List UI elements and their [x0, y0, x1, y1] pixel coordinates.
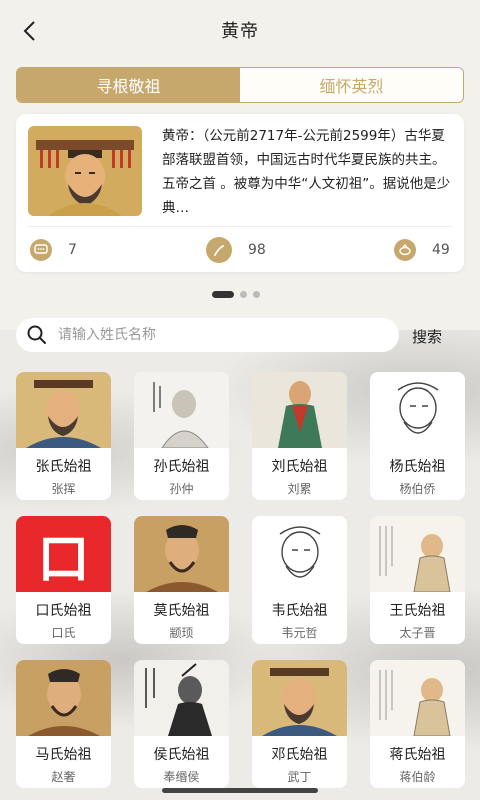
- ancestor-title: 侯氏始祖: [153, 747, 210, 763]
- ancestor-portrait: [16, 660, 111, 736]
- comment-stat[interactable]: 7: [30, 238, 77, 262]
- ancestor-person: 奉缗侯: [163, 770, 200, 784]
- ancestor-title: 口氏始祖: [35, 603, 92, 619]
- featured-description: 黄帝：（公元前2717年-公元前2599年）古华夏部落联盟首领，中国远古时代华夏…: [162, 128, 451, 216]
- chevron-left-icon: [23, 21, 35, 41]
- comment-count: 7: [68, 242, 77, 258]
- ancestor-card[interactable]: 侯氏始祖 奉缗侯: [134, 660, 229, 788]
- carousel-indicator: [212, 291, 260, 298]
- ancestor-card[interactable]: 韦氏始祖 韦元哲: [252, 516, 347, 644]
- comment-icon: [30, 239, 52, 261]
- ancestor-title: 孙氏始祖: [153, 459, 210, 475]
- ancestor-card[interactable]: 孙氏始祖 孙仲: [134, 372, 229, 500]
- ancestor-person: 孙仲: [169, 482, 194, 496]
- featured-card[interactable]: 黄帝：（公元前2717年-公元前2599年）古华夏部落联盟首领，中国远古时代华夏…: [16, 114, 464, 272]
- ancestor-card[interactable]: 刘氏始祖 刘累: [252, 372, 347, 500]
- ancestor-person: 赵奢: [51, 770, 76, 784]
- ancestor-portrait: [134, 372, 229, 449]
- ancestor-portrait: [370, 660, 465, 737]
- ancestor-card[interactable]: 蒋氏始祖 蒋伯龄: [370, 660, 465, 788]
- divider: [28, 226, 452, 227]
- search-button[interactable]: 搜索: [412, 326, 442, 347]
- tab-martyrs[interactable]: 缅怀英烈: [240, 68, 463, 102]
- tab-ancestors[interactable]: 寻根敬祖: [17, 68, 240, 102]
- header: 黄帝: [0, 0, 480, 60]
- ancestor-portrait: [134, 516, 229, 592]
- ancestor-portrait: [134, 660, 229, 736]
- ancestor-title: 杨氏始祖: [389, 459, 446, 475]
- ancestor-title: 邓氏始祖: [271, 747, 328, 763]
- ancestor-person: 口氏: [51, 626, 76, 640]
- carousel-dot[interactable]: [253, 291, 260, 298]
- ancestor-title: 张氏始祖: [35, 459, 92, 475]
- ancestor-portrait: [252, 372, 347, 448]
- ancestor-card[interactable]: 莫氏始祖 颛顼: [134, 516, 229, 644]
- back-button[interactable]: [14, 16, 44, 46]
- home-indicator[interactable]: [162, 788, 318, 793]
- ancestor-card[interactable]: 邓氏始祖 武丁: [252, 660, 347, 788]
- surname-glyph: 口: [37, 529, 90, 590]
- ancestor-portrait: [370, 372, 465, 448]
- ancestor-portrait: [252, 516, 347, 592]
- ancestor-person: 韦元哲: [281, 626, 318, 640]
- ancestor-person: 武丁: [287, 770, 312, 784]
- flower-icon: [394, 239, 416, 261]
- ancestor-person: 刘累: [287, 482, 312, 496]
- ancestor-title: 马氏始祖: [35, 747, 92, 763]
- ancestor-title: 刘氏始祖: [271, 459, 328, 475]
- tab-bar: 寻根敬祖 缅怀英烈: [16, 67, 464, 103]
- featured-portrait: [28, 126, 142, 216]
- like-count: 98: [248, 242, 266, 258]
- ancestor-portrait: [370, 516, 465, 593]
- ancestor-title: 韦氏始祖: [271, 603, 328, 619]
- carousel-dot[interactable]: [240, 291, 247, 298]
- ancestor-portrait: [16, 372, 111, 448]
- ancestor-card[interactable]: 口口氏始祖 口氏: [16, 516, 111, 644]
- ancestor-person: 杨伯侨: [399, 482, 436, 496]
- carousel-dot-active[interactable]: [212, 291, 234, 298]
- flower-stat[interactable]: 49: [394, 238, 450, 262]
- ancestor-portrait: 口: [16, 516, 111, 592]
- ancestor-title: 莫氏始祖: [153, 603, 210, 619]
- ancestor-card[interactable]: 杨氏始祖 杨伯侨: [370, 372, 465, 500]
- ancestor-person: 蒋伯龄: [399, 770, 436, 784]
- search-icon: [27, 325, 46, 344]
- search-bar: [16, 318, 399, 352]
- incense-icon: [206, 237, 232, 263]
- ancestor-card[interactable]: 王氏始祖 太子晋: [370, 516, 465, 644]
- search-input[interactable]: [58, 327, 378, 343]
- like-stat[interactable]: 98: [206, 237, 266, 263]
- ancestor-title: 王氏始祖: [389, 603, 446, 619]
- ancestor-card[interactable]: 张氏始祖 张挥: [16, 372, 111, 500]
- ancestor-title: 蒋氏始祖: [389, 747, 446, 763]
- ancestor-card[interactable]: 马氏始祖 赵奢: [16, 660, 111, 788]
- ancestor-person: 太子晋: [399, 626, 436, 640]
- ancestor-person: 张挥: [51, 482, 76, 496]
- ancestor-grid: 张氏始祖 张挥 孙氏始祖 孙仲 刘氏始祖 刘累 杨氏始祖 杨伯侨口口氏始祖 口氏 莫氏始祖 颛顼 韦氏…: [16, 372, 465, 788]
- flower-count: 49: [432, 242, 450, 258]
- page-title: 黄帝: [221, 21, 259, 42]
- ancestor-person: 颛顼: [169, 626, 194, 640]
- ancestor-portrait: [252, 660, 347, 736]
